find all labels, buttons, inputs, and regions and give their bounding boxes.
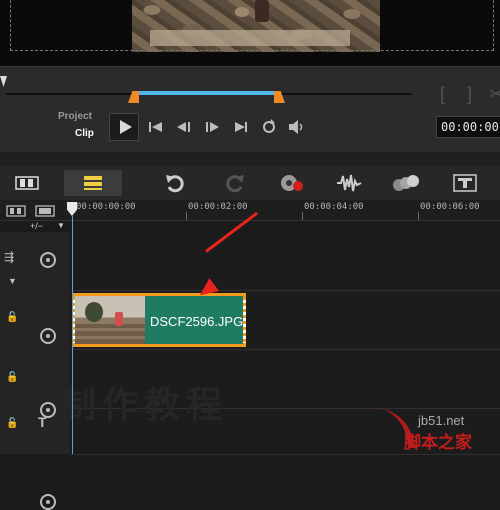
end-button[interactable] bbox=[233, 118, 249, 136]
previous-frame-icon bbox=[177, 122, 190, 132]
next-frame-button[interactable] bbox=[204, 118, 224, 136]
navigation-panel bbox=[0, 66, 500, 153]
add-remove-tracks-button[interactable]: +/− bbox=[30, 221, 43, 231]
sound-mixer-button[interactable] bbox=[334, 170, 364, 196]
watermark-brand: 脚本之家 bbox=[404, 433, 472, 453]
auto-music-icon bbox=[393, 175, 419, 191]
record-capture-button[interactable] bbox=[276, 170, 308, 196]
chevron-down-icon[interactable]: ▼ bbox=[8, 276, 17, 286]
thumbnail-person bbox=[115, 312, 123, 326]
home-icon bbox=[149, 122, 162, 132]
ruler-tick-label: 00:00:00:00 bbox=[76, 202, 136, 212]
thumbnail-wall bbox=[75, 324, 145, 344]
speaker-icon bbox=[289, 120, 303, 134]
clip-trim-handle-right[interactable] bbox=[243, 297, 246, 343]
playhead-line[interactable] bbox=[72, 216, 73, 454]
repeat-icon bbox=[263, 119, 275, 133]
tracks-dropdown-arrow[interactable]: ▼ bbox=[57, 221, 65, 230]
ruler-tick-label: 00:00:04:00 bbox=[304, 202, 364, 212]
trim-range-bar bbox=[136, 91, 278, 95]
redo-icon bbox=[226, 175, 244, 193]
split-clip-icon[interactable]: ✂ bbox=[489, 84, 500, 105]
filmstrip-small-icon bbox=[6, 205, 26, 217]
sound-mixer-icon bbox=[337, 174, 362, 192]
home-button[interactable] bbox=[148, 118, 164, 136]
title-track-icon[interactable]: T bbox=[38, 414, 47, 430]
auto-music-button[interactable] bbox=[390, 170, 422, 196]
title-button[interactable] bbox=[450, 170, 480, 196]
background-watermark-text: 制作教程 bbox=[60, 384, 229, 425]
filmstrip-icon bbox=[15, 176, 39, 190]
clip-mode-label[interactable]: Clip bbox=[75, 128, 94, 139]
overlay-track-1-icon[interactable] bbox=[40, 328, 56, 344]
record-capture-icon bbox=[281, 175, 303, 191]
redo-button[interactable] bbox=[220, 170, 250, 196]
ruler-tick-label: 00:00:02:00 bbox=[188, 202, 248, 212]
previous-frame-button[interactable] bbox=[175, 118, 195, 136]
mark-out-button[interactable]: ] bbox=[467, 84, 472, 105]
lock-icon[interactable]: 🔓 bbox=[6, 418, 18, 429]
ruler-tick bbox=[186, 212, 187, 220]
ruler-tick bbox=[418, 212, 419, 220]
play-button[interactable] bbox=[109, 113, 139, 141]
undo-icon bbox=[166, 175, 184, 193]
title-icon bbox=[453, 174, 477, 192]
voice-track-icon[interactable] bbox=[40, 494, 56, 510]
project-mode-label[interactable]: Project bbox=[58, 111, 92, 122]
clip-thumbnail bbox=[75, 296, 145, 344]
watermark-site: jb51.net bbox=[418, 413, 465, 428]
ruler-tick bbox=[302, 212, 303, 220]
safe-area-frame bbox=[10, 0, 494, 51]
filmstrip-zoom-icon bbox=[35, 205, 55, 217]
repeat-button[interactable] bbox=[261, 118, 277, 136]
timeline-view-icon bbox=[84, 176, 102, 190]
mark-in-button[interactable]: [ bbox=[440, 84, 445, 105]
volume-button[interactable] bbox=[287, 118, 307, 136]
ruler-tick-label: 00:00:06:00 bbox=[420, 202, 480, 212]
thumbnail-tree bbox=[85, 302, 103, 322]
end-icon bbox=[235, 122, 247, 132]
lock-icon[interactable]: 🔓 bbox=[6, 312, 18, 323]
video-track-icon[interactable] bbox=[40, 252, 56, 268]
next-frame-icon bbox=[206, 122, 219, 132]
timeline-view-button[interactable] bbox=[64, 170, 122, 196]
clip-name: DSCF2596.JPG bbox=[150, 314, 244, 329]
undo-button[interactable] bbox=[160, 170, 190, 196]
video-track[interactable] bbox=[70, 232, 500, 291]
play-icon bbox=[119, 120, 132, 134]
ripple-edit-icon[interactable]: ⇶ bbox=[4, 250, 14, 264]
panel-separator bbox=[0, 152, 500, 166]
preview-window bbox=[0, 0, 500, 66]
storyboard-view-button[interactable] bbox=[12, 170, 42, 196]
timecode-display[interactable]: 00:00:00 bbox=[436, 116, 500, 138]
lock-icon[interactable]: 🔓 bbox=[6, 372, 18, 383]
fit-to-window-button[interactable] bbox=[6, 204, 26, 222]
zoom-button[interactable] bbox=[35, 204, 55, 222]
